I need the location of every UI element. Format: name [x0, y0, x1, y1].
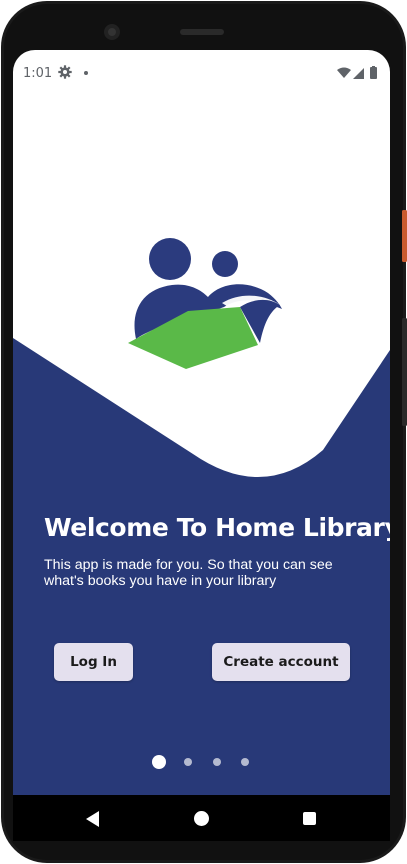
page-dot-3[interactable] — [213, 758, 221, 766]
status-bar: 1:01 — [13, 50, 390, 96]
status-icons — [337, 66, 377, 79]
create-account-button[interactable]: Create account — [212, 643, 350, 681]
notification-dot-icon — [84, 71, 88, 75]
gear-icon — [58, 65, 72, 79]
screen: 1:01 Welcome To Home Library This app is… — [13, 50, 390, 795]
battery-icon — [370, 67, 377, 79]
welcome-subtitle: This app is made for you. So that you ca… — [44, 557, 333, 589]
page-dot-1[interactable] — [152, 755, 166, 769]
page-dot-2[interactable] — [184, 758, 192, 766]
page-dot-4[interactable] — [241, 758, 249, 766]
welcome-title: Welcome To Home Library — [44, 513, 390, 542]
recents-icon[interactable] — [303, 812, 316, 825]
back-icon[interactable] — [86, 811, 100, 827]
navigation-bar — [13, 795, 390, 841]
background-wave — [13, 338, 390, 795]
app-logo — [128, 238, 282, 369]
status-time: 1:01 — [23, 66, 53, 81]
signal-icon — [353, 68, 364, 79]
login-button[interactable]: Log In — [54, 643, 133, 681]
wifi-icon — [337, 67, 351, 78]
home-icon[interactable] — [194, 811, 209, 826]
page-indicator — [13, 750, 390, 776]
